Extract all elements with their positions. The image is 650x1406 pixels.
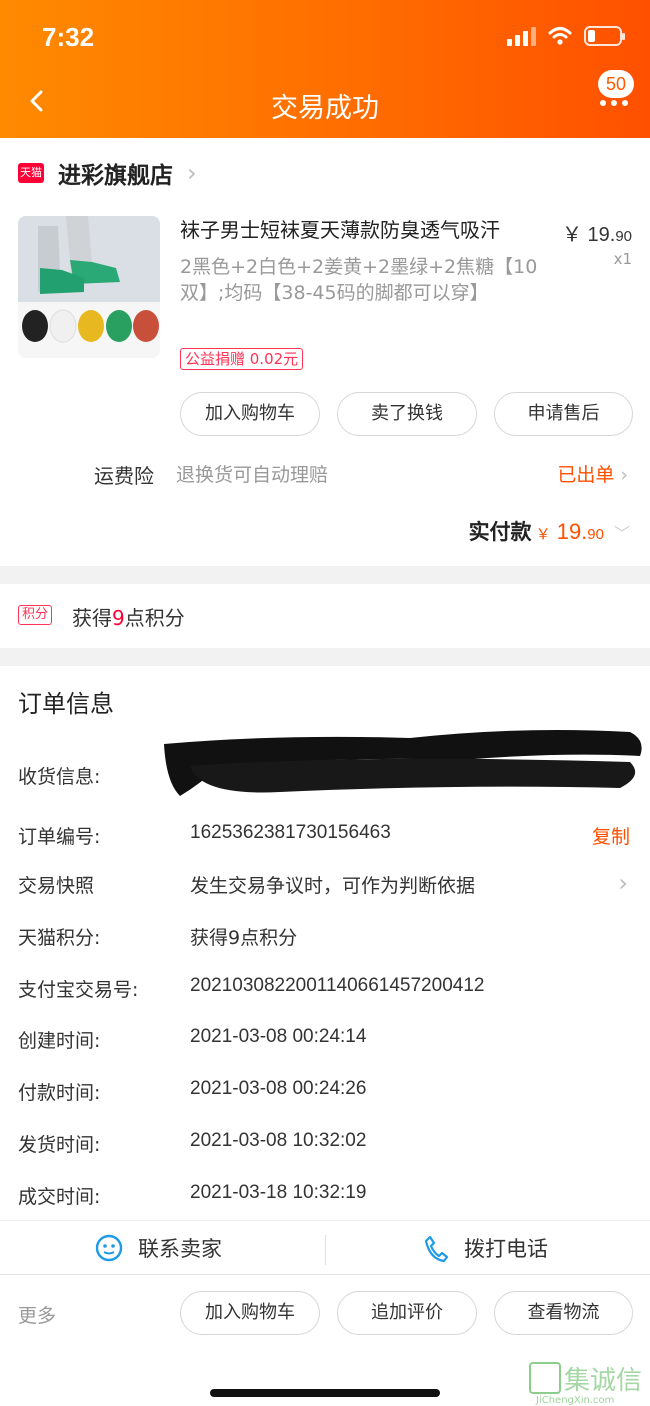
message-count-badge: 50: [598, 70, 634, 98]
order-info-title: 订单信息: [18, 690, 114, 718]
home-indicator: [210, 1389, 440, 1397]
order-info-card: 订单信息 收货信息: 订单编号: 1625362381730156463 复制 …: [0, 666, 650, 1220]
cellular-signal-icon: [507, 26, 536, 46]
bottom-add-to-cart-button[interactable]: 加入购物车: [180, 1291, 320, 1335]
product-image[interactable]: [18, 216, 160, 358]
snapshot-row[interactable]: 交易快照 发生交易争议时，可作为判断依据 ›: [0, 869, 650, 901]
after-sale-button[interactable]: 申请售后: [494, 392, 633, 436]
bottom-action-bar: 更多 加入购物车 追加评价 查看物流 集诚信 JiChengXin.com: [0, 1274, 650, 1406]
copy-order-number-button[interactable]: 复制: [592, 822, 630, 849]
status-icons: [507, 26, 625, 46]
watermark-logo: 集诚信 JiChengXin.com: [528, 1359, 644, 1406]
watermark-url: JiChengXin.com: [535, 1395, 614, 1405]
wifi-icon: [548, 27, 572, 45]
call-phone-button[interactable]: 拨打电话: [422, 1221, 548, 1275]
more-options[interactable]: 更多: [18, 1301, 56, 1328]
shipping-insurance-label: 运费险: [94, 464, 154, 488]
store-link[interactable]: 天猫 进彩旗舰店 ›: [18, 156, 197, 190]
completed-time-row: 成交时间: 2021-03-18 10:32:19: [18, 1182, 367, 1208]
store-name: 进彩旗舰店: [58, 163, 173, 189]
resell-button[interactable]: 卖了换钱: [337, 392, 477, 436]
product-quantity: x1: [613, 250, 632, 268]
more-dots-icon[interactable]: [600, 100, 628, 106]
actual-payment[interactable]: 实付款 ￥ 19.90 ﹀: [469, 516, 630, 546]
chevron-right-icon: ›: [187, 159, 197, 187]
header-bar: 7:32 交易成功 50: [0, 0, 650, 138]
add-review-button[interactable]: 追加评价: [337, 1291, 477, 1335]
redacted-address: [164, 730, 642, 796]
created-time-row: 创建时间: 2021-03-08 00:24:14: [18, 1026, 367, 1052]
chat-face-icon: [95, 1234, 123, 1262]
shipped-time-row: 发货时间: 2021-03-08 10:32:02: [18, 1130, 367, 1156]
divider: [325, 1235, 326, 1265]
order-product-card: 天猫 进彩旗舰店 › 袜子男士短袜夏天薄款防臭透气吸汗 ￥ 19.90 x1 2…: [0, 138, 650, 566]
chevron-down-icon: ﹀: [613, 524, 630, 543]
snapshot-desc: 发生交易争议时，可作为判断依据: [190, 875, 476, 897]
tmall-logo-icon: 天猫: [18, 163, 44, 183]
view-logistics-button[interactable]: 查看物流: [494, 1291, 633, 1335]
points-text: 获得9点积分: [72, 606, 185, 630]
page-title: 交易成功: [271, 93, 379, 124]
watermark-brand: 集诚信: [564, 1366, 642, 1396]
product-price: ￥ 19.90: [561, 224, 632, 246]
order-number: 1625362381730156463: [190, 822, 391, 843]
receiver-label: 收货信息:: [18, 766, 101, 788]
points-tag: 积分: [18, 605, 53, 625]
product-sku: 2黑色+2白色+2姜黄+2墨绿+2焦糖【10双】;均码【38-45码的脚都可以穿…: [180, 256, 538, 304]
alipay-number-row: 支付宝交易号: 2021030822001140661457200412: [18, 975, 485, 1001]
shipping-insurance-status[interactable]: 已出单 ›: [557, 460, 628, 487]
battery-icon: [584, 26, 625, 46]
phone-icon: [424, 1235, 449, 1263]
status-time: 7:32: [42, 22, 95, 52]
chevron-right-icon: ›: [618, 869, 628, 897]
tmall-points-row: 天猫积分: 获得9点积分: [18, 927, 298, 949]
product-title[interactable]: 袜子男士短袜夏天薄款防臭透气吸汗: [180, 216, 550, 244]
add-to-cart-button[interactable]: 加入购物车: [180, 392, 320, 436]
contact-seller-label: 联系卖家: [138, 1237, 222, 1261]
paid-time-row: 付款时间: 2021-03-08 00:24:26: [18, 1078, 367, 1104]
shipping-insurance-desc: 退换货可自动理赔: [176, 464, 329, 486]
contact-bar: 联系卖家 拨打电话: [0, 1220, 650, 1274]
call-phone-label: 拨打电话: [464, 1237, 548, 1261]
points-card: 积分 获得9点积分: [0, 584, 650, 648]
charity-badge: 公益捐赠 0.02元: [180, 348, 304, 370]
order-number-row: 订单编号: 1625362381730156463 复制: [18, 822, 630, 849]
contact-seller-button[interactable]: 联系卖家: [94, 1221, 222, 1275]
